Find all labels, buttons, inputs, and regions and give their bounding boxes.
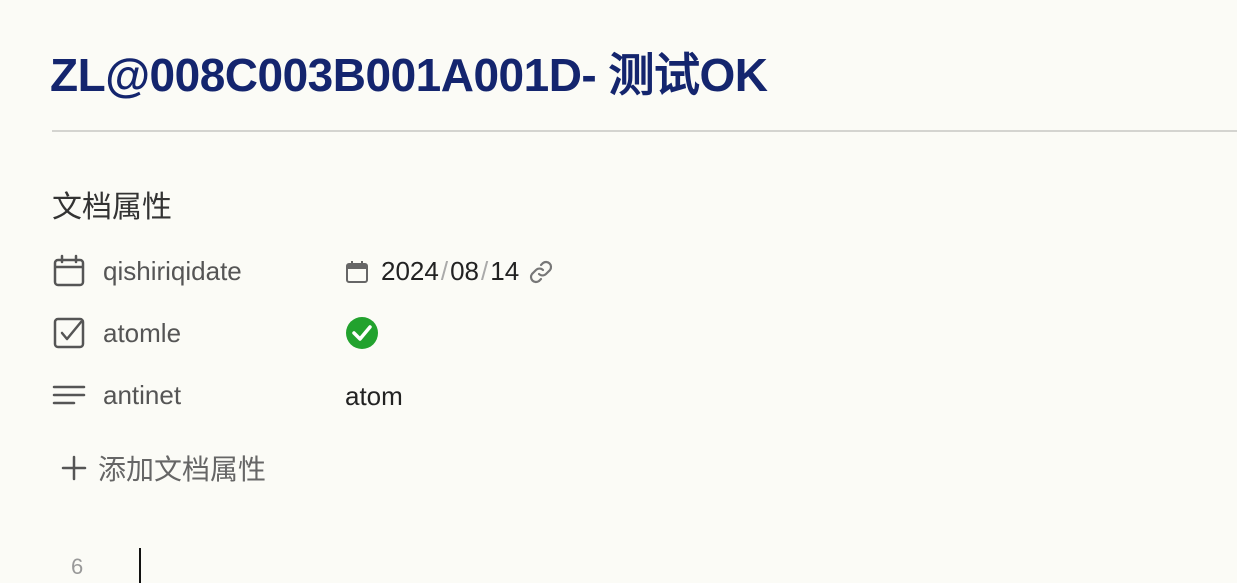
text-lines-icon — [52, 378, 86, 412]
date-separator: / — [440, 256, 449, 286]
date-calendar-icon — [345, 260, 369, 284]
date-value[interactable]: 2024/08/14 — [345, 256, 555, 287]
property-row-atomle[interactable]: atomle — [52, 312, 752, 352]
check-circle-icon[interactable] — [345, 316, 379, 350]
link-icon[interactable] — [527, 258, 555, 286]
checkbox-icon — [52, 316, 86, 350]
properties-heading: 文档属性 — [52, 191, 172, 224]
text-value[interactable]: atom — [345, 381, 403, 412]
calendar-icon — [52, 254, 86, 288]
property-row-qishiriqidate[interactable]: qishiriqidate 2024/08/14 — [52, 250, 752, 290]
title-divider — [52, 130, 1237, 132]
property-name: antinet — [103, 380, 182, 410]
add-property-button[interactable]: 添加文档属性 — [60, 448, 266, 488]
document-page: ZL@008C003B001A001D- 测试OK 文档属性 qishiriqi… — [0, 0, 1237, 583]
date-day: 14 — [490, 256, 520, 286]
add-property-label: 添加文档属性 — [98, 454, 267, 485]
date-month: 08 — [450, 256, 479, 286]
plus-icon — [60, 454, 88, 482]
property-name: atomle — [103, 318, 182, 348]
page-title[interactable]: ZL@008C003B001A001D- 测试OK — [50, 48, 768, 103]
checked-value[interactable] — [345, 316, 379, 350]
line-number: 6 — [71, 554, 84, 579]
date-year: 2024 — [381, 256, 439, 286]
date-separator: / — [481, 256, 489, 286]
text-cursor — [139, 548, 141, 583]
property-row-antinet[interactable]: antinet atom — [52, 374, 752, 414]
property-name: qishiriqidate — [103, 256, 242, 286]
